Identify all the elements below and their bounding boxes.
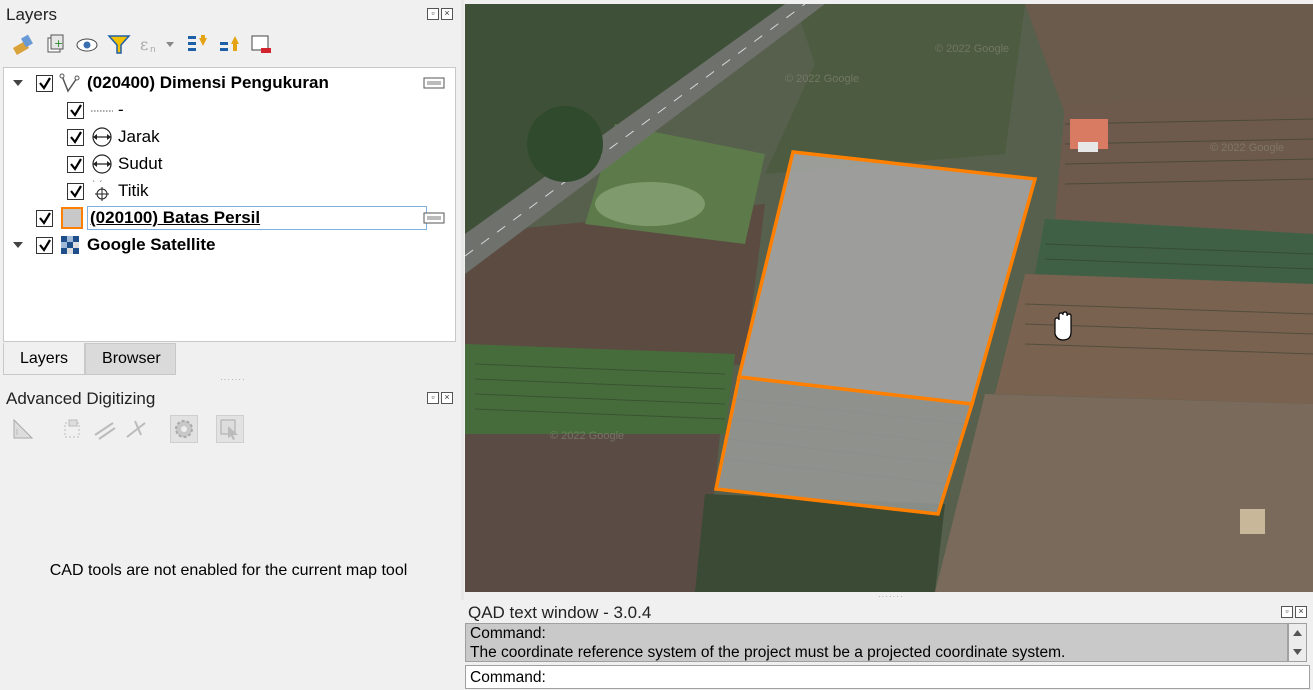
style-manager-icon[interactable] [10,31,36,57]
map-watermark: © 2022 Google [785,73,859,85]
svg-text:ε: ε [140,35,148,54]
layer-label: (020400) Dimensi Pengukuran [87,73,329,92]
layer-checkbox[interactable] [67,182,84,200]
map-watermark: © 2022 Google [1210,142,1284,154]
qad-scrollbar[interactable] [1288,623,1307,662]
symbol-label: - [118,100,124,119]
layer-row-child[interactable]: Jarak [4,124,455,150]
construction-mode-icon[interactable] [60,416,86,442]
filter-legend-icon[interactable] [106,31,132,57]
raster-tiles-icon [61,236,79,254]
svg-text:n: n [150,45,156,55]
layer-filter-indicator-icon[interactable] [423,211,445,225]
float-icon[interactable]: ▫ [427,8,439,20]
svg-text:` ´: ` ´ [92,180,103,189]
layer-checkbox[interactable] [36,74,53,92]
add-group-icon[interactable]: + [42,31,68,57]
layer-row-google-satellite[interactable]: Google Satellite [4,232,455,258]
floater-icon[interactable] [216,415,244,443]
layer-tree: (020400) Dimensi Pengukuran - Jarak Sudu… [3,67,456,342]
layer-filter-indicator-icon[interactable] [423,76,445,90]
qad-dock-buttons: ▫ × [1281,606,1307,618]
dimension-arrow-icon [92,127,112,147]
parallel-icon[interactable] [92,416,118,442]
layer-checkbox[interactable] [67,101,84,119]
panel-tabs: Layers Browser [3,343,176,375]
dotted-line-icon [91,110,113,112]
expand-all-icon[interactable] [184,31,210,57]
tab-browser[interactable]: Browser [85,343,176,375]
layers-panel-title: Layers [6,5,58,24]
layer-checkbox[interactable] [36,209,53,227]
scroll-arrows-icon[interactable] [1289,624,1306,661]
dimension-arrow-icon [92,154,112,174]
advanced-digitizing-title: Advanced Digitizing [6,389,156,408]
layers-dock-buttons: ▫ × [427,8,453,20]
close-icon[interactable]: × [441,392,453,404]
chevron-down-icon[interactable] [12,77,24,89]
qad-history-line: The coordinate reference system of the p… [470,644,1066,661]
map-watermark: © 2022 Google [550,430,624,442]
cad-disabled-message: CAD tools are not enabled for the curren… [49,562,408,579]
layer-checkbox[interactable] [36,236,53,254]
qad-history: Command: The coordinate reference system… [465,623,1288,662]
vector-line-icon [59,73,80,93]
svg-text:+: + [54,37,63,50]
float-icon[interactable]: ▫ [1281,606,1293,618]
float-icon[interactable]: ▫ [427,392,439,404]
satellite-imagery: © 2022 Google © 2022 Google © 2022 Googl… [465,4,1313,592]
layer-row-child[interactable]: - [4,97,455,123]
adv-dock-buttons: ▫ × [427,392,453,404]
symbol-label: Titik [118,181,149,200]
adv-toolbar [10,415,244,443]
splitter-handle[interactable]: ······· [220,375,246,384]
polygon-fill-icon [61,207,83,229]
symbol-label: Jarak [118,127,160,146]
collapse-all-icon[interactable] [216,31,242,57]
layer-row-dimensi[interactable]: (020400) Dimensi Pengukuran [4,70,455,96]
splitter-handle[interactable]: ······· [878,592,904,601]
qad-history-line: Command: [470,625,546,642]
layer-label: Google Satellite [87,235,216,254]
point-target-icon: ` ´ [92,180,109,201]
layer-row-child[interactable]: Sudut [4,151,455,177]
layer-row-batas-persil[interactable]: (020100) Batas Persil [4,205,455,231]
map-canvas[interactable]: © 2022 Google © 2022 Google © 2022 Googl… [465,4,1313,592]
layer-checkbox[interactable] [67,128,84,146]
layer-label: (020100) Batas Persil [90,208,261,227]
map-watermark: © 2022 Google [935,43,1009,55]
layers-toolbar: + εn [10,31,274,57]
cad-settings-icon[interactable] [170,415,198,443]
symbol-label: Sudut [118,154,163,173]
expression-filter-icon[interactable]: εn [138,31,178,57]
qad-window-title: QAD text window - 3.0.4 [468,603,652,622]
qad-command-input[interactable]: Command: [465,665,1310,689]
close-icon[interactable]: × [1295,606,1307,618]
layer-row-child[interactable]: ` ´ Titik [4,178,455,204]
layer-checkbox[interactable] [67,155,84,173]
panel-splitter[interactable] [461,0,464,600]
cad-enable-icon[interactable] [10,416,36,442]
chevron-down-icon[interactable] [12,239,24,251]
visibility-eye-icon[interactable] [74,31,100,57]
tab-layers[interactable]: Layers [3,343,86,375]
remove-layer-icon[interactable] [248,31,274,57]
perpendicular-icon[interactable] [124,416,150,442]
close-icon[interactable]: × [441,8,453,20]
